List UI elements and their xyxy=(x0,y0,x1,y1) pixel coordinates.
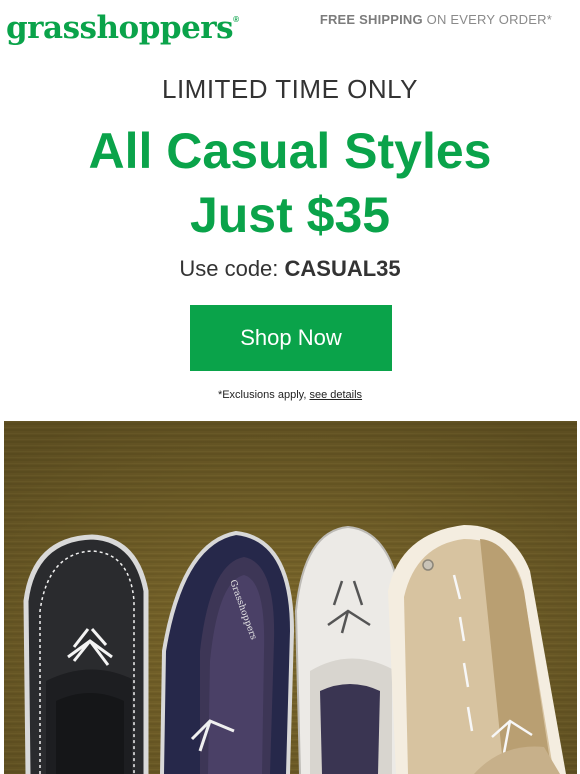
registered-mark: ® xyxy=(233,15,239,24)
white-shoe xyxy=(294,525,406,774)
see-details-link[interactable]: see details xyxy=(309,389,362,401)
email-header: grasshoppers® FREE SHIPPING ON EVERY ORD… xyxy=(0,0,580,48)
shipping-rest: ON EVERY ORDER* xyxy=(422,12,552,27)
hero-image[interactable]: Grasshoppers xyxy=(4,421,577,774)
black-shoe xyxy=(23,534,149,774)
promo-code-value: CASUAL35 xyxy=(284,256,401,281)
exclusions-text: *Exclusions apply, xyxy=(217,389,310,401)
headline-line-1: All Casual Styles xyxy=(88,123,492,179)
logo-text: grasshoppers xyxy=(6,10,234,46)
brand-logo[interactable]: grasshoppers® xyxy=(6,2,239,46)
headline-line-2: Just $35 xyxy=(189,187,391,243)
shoes-photo: Grasshoppers xyxy=(4,421,577,774)
shop-now-button[interactable]: Shop Now xyxy=(190,305,392,371)
fine-print: *Exclusions apply, see details xyxy=(0,389,580,401)
shipping-banner: FREE SHIPPING ON EVERY ORDER* xyxy=(320,12,552,27)
promo-code-label: Use code: xyxy=(179,256,285,281)
promo-kicker: LIMITED TIME ONLY xyxy=(161,74,419,104)
shipping-bold: FREE SHIPPING xyxy=(319,12,423,27)
promo-code: Use code: CASUAL35 xyxy=(0,256,580,282)
